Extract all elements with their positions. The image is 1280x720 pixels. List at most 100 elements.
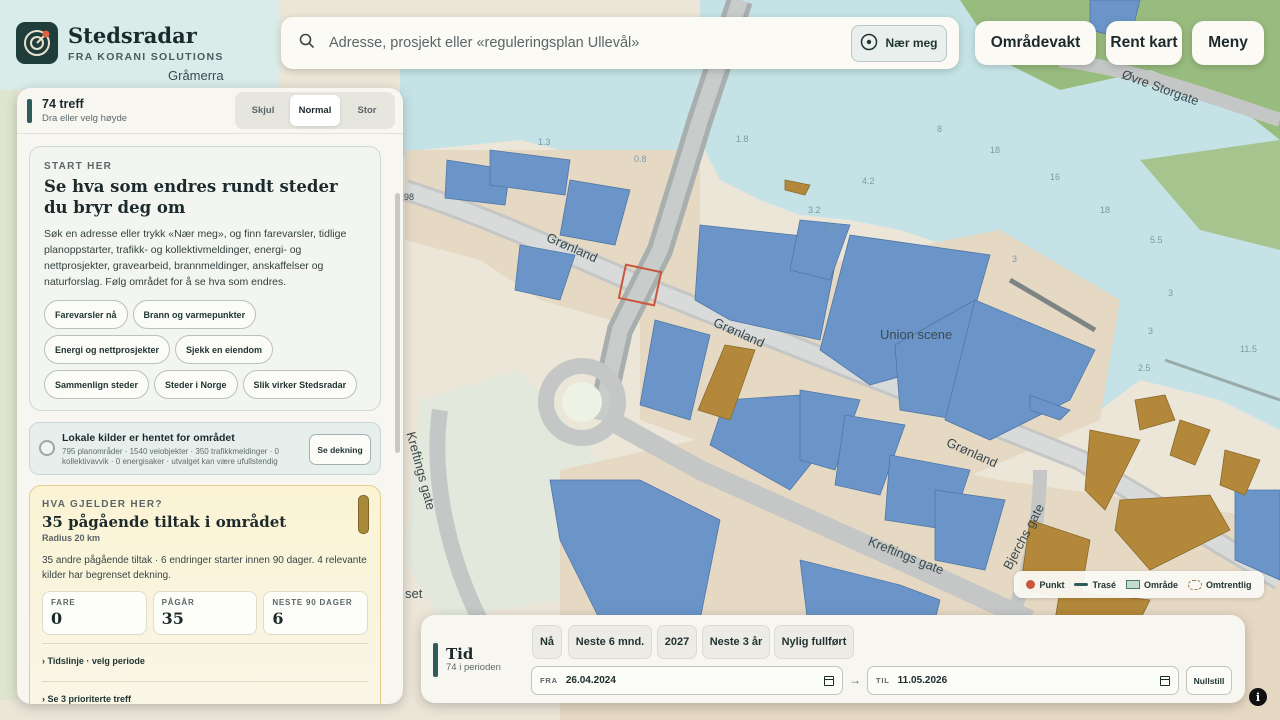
panel-scroll-area[interactable]: START HER Se hva som endres rundt steder… <box>17 135 403 704</box>
depth-label: 2.5 <box>1138 363 1151 373</box>
panel-header[interactable]: 74 treff Dra eller velg høyde Skjul Norm… <box>17 88 403 134</box>
calendar-icon[interactable] <box>824 675 834 686</box>
legend-approx: Omtrentlig <box>1188 579 1252 590</box>
stat-next-90-days[interactable]: NESTE 90 DAGER 6 <box>263 591 369 635</box>
quick-chips: Farevarsler nå Brann og varmepunkter Ene… <box>44 300 366 399</box>
start-title: Se hva som endres rundt steder du bryr d… <box>44 177 338 217</box>
chip-hazard-warnings[interactable]: Farevarsler nå <box>44 300 128 329</box>
depth-label: 3 <box>1012 254 1018 264</box>
hit-count: 74 treff <box>42 97 84 111</box>
results-panel: 74 treff Dra eller velg høyde Skjul Norm… <box>17 88 403 704</box>
stat-label: PÅGÅR <box>161 598 195 607</box>
time-subtitle: 74 i perioden <box>446 662 501 673</box>
time-accent-bar <box>433 643 438 677</box>
chip-compare-places[interactable]: Sammenlign steder <box>44 370 150 399</box>
sources-detail: 795 planområder · 1540 veiobjekter · 350… <box>62 447 280 466</box>
clean-map-button[interactable]: Rent kart <box>1106 21 1182 65</box>
date-to-value: 11.05.2026 <box>897 675 948 686</box>
preset-next-3-years[interactable]: Neste 3 år <box>702 625 770 659</box>
stat-label: NESTE 90 DAGER <box>272 598 353 607</box>
stat-value: 0 <box>51 609 63 628</box>
reset-button[interactable]: Nullstill <box>1186 666 1232 695</box>
depth-label: 5.5 <box>1150 235 1163 245</box>
chip-places-norway[interactable]: Steder i Norge <box>154 370 238 399</box>
map-label-set: set <box>405 586 423 601</box>
area-icon <box>1126 580 1140 589</box>
preset-now[interactable]: Nå <box>532 625 562 659</box>
depth-label: 3.2 <box>808 205 821 215</box>
date-to-label: TIL <box>876 676 890 685</box>
date-from-label: FRA <box>540 676 558 685</box>
map-label-gramerra: Gråmerra <box>168 68 224 83</box>
route-icon <box>1074 583 1089 586</box>
depth-label: 3 <box>1168 288 1174 298</box>
search-icon <box>299 33 315 54</box>
stat-hazard[interactable]: FARE 0 <box>42 591 147 635</box>
point-icon <box>1026 580 1036 589</box>
stats-row: FARE 0 PÅGÅR 35 NESTE 90 DAGER 6 <box>42 591 369 635</box>
size-option-normal[interactable]: Normal <box>290 95 340 126</box>
what-applies-card: HVA GJELDER HER? 35 pågående tiltak i om… <box>29 485 381 704</box>
depth-label: 8 <box>937 124 943 134</box>
expander-label: Se 3 prioriterte treff <box>47 694 132 704</box>
chip-check-property[interactable]: Sjekk en eiendom <box>175 335 274 364</box>
sources-card: Lokale kilder er hentet for området 795 … <box>29 422 381 475</box>
size-option-hide[interactable]: Skjul <box>238 95 288 126</box>
stat-value: 6 <box>272 609 284 628</box>
depth-label: 0.8 <box>634 154 647 164</box>
chevron-right-icon: › <box>42 694 45 704</box>
approx-icon <box>1188 579 1203 590</box>
priority-hits-expander[interactable]: › Se 3 prioriterte treff <box>42 681 368 704</box>
size-option-large[interactable]: Stor <box>342 95 392 126</box>
what-eyebrow: HVA GJELDER HER? <box>42 499 163 510</box>
start-eyebrow: START HER <box>44 161 113 172</box>
chip-how-it-works[interactable]: Slik virker Stedsradar <box>242 370 358 399</box>
chip-energy-grid[interactable]: Energi og nettprosjekter <box>44 335 171 364</box>
time-panel: Tid 74 i perioden Nå Neste 6 mnd. 2027 N… <box>421 615 1245 703</box>
map-legend: Punkt Trasé Område Omtrentlig <box>1014 571 1264 598</box>
see-coverage-button[interactable]: Se dekning <box>309 434 371 465</box>
map-label-union-scene: Union scene <box>880 327 953 342</box>
chip-fire-heat[interactable]: Brann og varmepunkter <box>132 300 257 329</box>
depth-label: 4.2 <box>862 176 875 186</box>
calendar-icon[interactable] <box>1160 675 1170 686</box>
stat-ongoing[interactable]: PÅGÅR 35 <box>152 591 258 635</box>
legend-route: Trasé <box>1074 580 1116 590</box>
depth-label: 18 <box>1100 205 1111 215</box>
depth-label: 16 <box>1050 172 1061 182</box>
what-body: 35 andre pågående tiltak · 6 endringer s… <box>42 555 367 581</box>
date-from-field[interactable]: FRA 26.04.2024 <box>531 666 843 695</box>
menu-button[interactable]: Meny <box>1192 21 1264 65</box>
legend-point: Punkt <box>1026 580 1064 590</box>
near-me-label: Nær meg <box>885 36 938 50</box>
preset-next-6-months[interactable]: Neste 6 mnd. <box>568 625 652 659</box>
depth-label: 4.2 <box>828 222 841 232</box>
preset-recently-completed[interactable]: Nylig fullført <box>774 625 854 659</box>
park-strip <box>0 90 17 700</box>
drag-handle[interactable] <box>27 98 32 123</box>
what-radius: Radius 20 km <box>42 533 101 543</box>
brand-title: Stedsradar <box>68 22 197 48</box>
near-me-button[interactable]: Nær meg <box>851 24 947 62</box>
depth-label: 1.3 <box>538 137 551 147</box>
arrow-right-icon: → <box>849 673 861 687</box>
area-watch-button[interactable]: Områdevakt <box>975 21 1096 65</box>
map-label-98: 98 <box>404 192 415 202</box>
brand[interactable]: Stedsradar FRA KORANI SOLUTIONS <box>16 22 224 64</box>
date-to-field[interactable]: TIL 11.05.2026 <box>867 666 1179 695</box>
stat-label: FARE <box>51 598 76 607</box>
preset-2027[interactable]: 2027 <box>657 625 697 659</box>
info-icon[interactable]: i <box>1249 688 1267 706</box>
status-circle-icon <box>39 440 55 456</box>
scrollbar[interactable] <box>395 193 400 453</box>
locate-icon <box>860 33 878 54</box>
time-title: Tid <box>446 645 474 663</box>
chevron-right-icon: › <box>42 656 45 666</box>
severity-bar <box>358 495 369 534</box>
timeline-expander[interactable]: › Tidslinje · velg periode <box>42 643 368 681</box>
search-input[interactable] <box>329 35 851 51</box>
start-body: Søk en adresse eller trykk «Nær meg», og… <box>44 228 347 288</box>
panel-size-selector: Skjul Normal Stor <box>235 92 395 129</box>
what-title: 35 pågående tiltak i området <box>42 513 287 531</box>
depth-label: 11.5 <box>1240 344 1257 354</box>
